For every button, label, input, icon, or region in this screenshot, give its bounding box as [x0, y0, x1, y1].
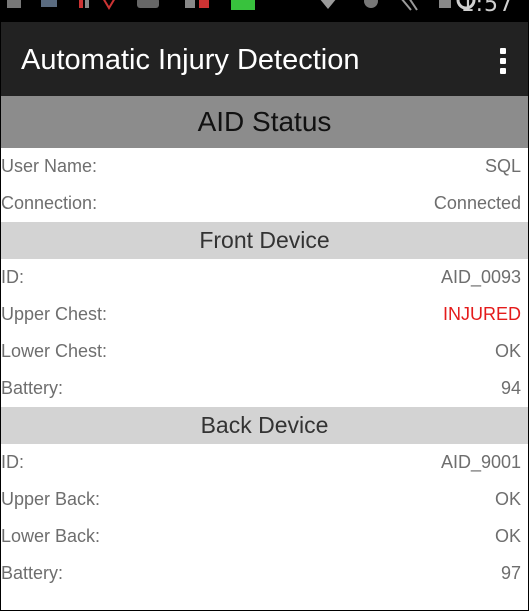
upper-chest-label: Upper Chest: [1, 304, 108, 324]
lower-back-status: OK [494, 526, 521, 546]
status-time: 1:57 [460, 0, 514, 17]
upper-back-row: Upper Back: OK [1, 481, 528, 518]
notification-icon [199, 0, 209, 8]
menu-dot [500, 58, 506, 64]
user-name-row: User Name: SQL [1, 148, 528, 185]
connection-row: Connection: Connected [1, 185, 528, 222]
lower-back-row: Lower Back: OK [1, 518, 528, 555]
app-bar: Automatic Injury Detection [1, 22, 528, 96]
front-battery-row: Battery: 94 [1, 370, 528, 407]
gamepad-icon [137, 0, 159, 8]
photo-icon [41, 0, 57, 7]
upper-back-label: Upper Back: [1, 489, 101, 509]
wifi-icon [320, 0, 336, 9]
nfc-icon [401, 0, 418, 11]
back-battery-row: Battery: 97 [1, 555, 528, 592]
front-battery-label: Battery: [1, 378, 64, 398]
menu-dot [500, 48, 506, 54]
no-sim-icon [364, 0, 378, 8]
wifi-icon [185, 0, 195, 8]
connection-value: Connected [433, 193, 521, 213]
back-battery-label: Battery: [1, 563, 64, 583]
image-icon [7, 0, 21, 8]
user-name-label: User Name: [1, 156, 98, 176]
front-device-header: Front Device [1, 222, 528, 259]
upper-chest-row: Upper Chest: INJURED [1, 296, 528, 333]
front-battery-value: 94 [500, 378, 521, 398]
lower-chest-label: Lower Chest: [1, 341, 108, 361]
status-bar: 1:57 [1, 0, 528, 22]
app-title: Automatic Injury Detection [21, 43, 360, 76]
lower-chest-status: OK [494, 341, 521, 361]
upper-chest-status: INJURED [442, 304, 521, 324]
signal-icon [85, 0, 89, 8]
link-icon [103, 0, 115, 10]
aid-status-header: AID Status [1, 96, 528, 148]
notification-icon [79, 0, 83, 8]
back-device-header: Back Device [1, 407, 528, 444]
menu-dot [500, 68, 506, 74]
front-id-label: ID: [1, 267, 25, 287]
battery-green-icon [231, 0, 255, 10]
status-bar-icons [7, 0, 476, 11]
lower-chest-row: Lower Chest: OK [1, 333, 528, 370]
back-id-label: ID: [1, 452, 25, 472]
vibrate-icon [439, 0, 451, 8]
back-id-value: AID_9001 [440, 452, 521, 472]
phone-screen: 1:57 Automatic Injury Detection AID Stat… [0, 0, 529, 611]
back-id-row: ID: AID_9001 [1, 444, 528, 481]
overflow-menu-icon[interactable] [498, 48, 508, 74]
front-id-value: AID_0093 [440, 267, 521, 287]
connection-label: Connection: [1, 193, 98, 213]
front-id-row: ID: AID_0093 [1, 259, 528, 296]
user-name-value: SQL [484, 156, 521, 176]
back-battery-value: 97 [500, 563, 521, 583]
upper-back-status: OK [494, 489, 521, 509]
lower-back-label: Lower Back: [1, 526, 101, 546]
